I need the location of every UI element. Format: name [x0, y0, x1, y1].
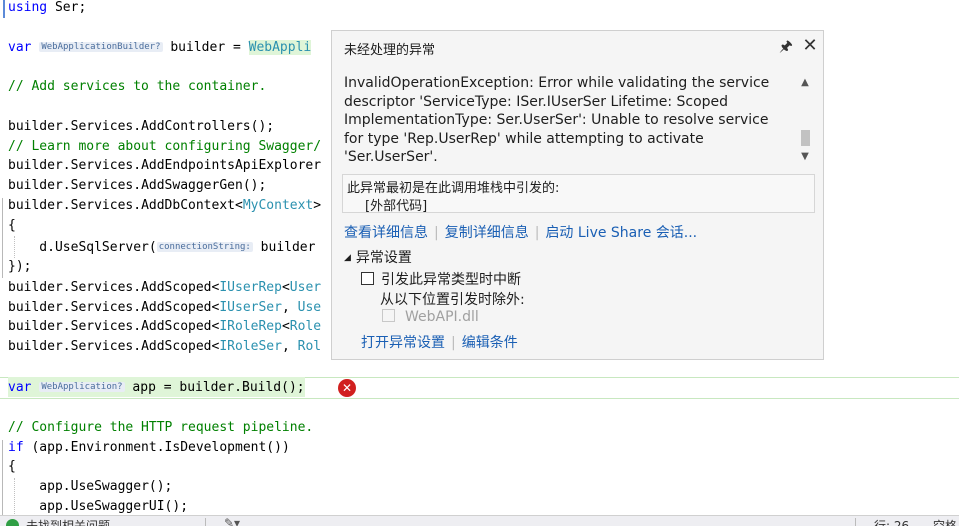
- code-line: if (app.Environment.IsDevelopment()): [8, 440, 290, 455]
- pin-icon[interactable]: 🖈: [776, 36, 796, 56]
- action-links: 查看详细信息 | 复制详细信息 | 启动 Live Share 会话...: [344, 222, 697, 242]
- code-line: builder.Services.AddScoped<IUserRep<User: [8, 280, 322, 295]
- code-line: app.UseSwagger();: [8, 479, 173, 494]
- link-separator: |: [434, 225, 439, 241]
- link-separator: |: [451, 335, 456, 351]
- exception-message: InvalidOperationException: Error while v…: [344, 75, 770, 165]
- code-line-current: var WebApplication? app = builder.Build(…: [8, 377, 305, 397]
- status-bar: 未找到相关问题 ✎▾ 行: 26 空格: [0, 515, 959, 526]
- scroll-down-icon[interactable]: ▼: [799, 152, 811, 162]
- error-icon[interactable]: ✕: [338, 379, 356, 397]
- popup-title: 未经处理的异常: [344, 43, 436, 58]
- view-details-link[interactable]: 查看详细信息: [344, 225, 428, 241]
- inline-type-hint: WebApplicationBuilder?: [39, 42, 163, 52]
- code-line: builder.Services.AddControllers();: [8, 119, 275, 134]
- code-line: builder.Services.AddDbContext<MyContext>: [8, 198, 322, 213]
- open-exception-settings-link[interactable]: 打开异常设置: [361, 335, 445, 351]
- break-on-throw-label: 引发此异常类型时中断: [381, 272, 521, 288]
- inline-param-hint: connectionString:: [156, 242, 253, 252]
- code-line: {: [8, 459, 16, 474]
- code-line: builder.Services.AddScoped<IRoleRep<Role: [8, 319, 322, 334]
- code-line: builder.Services.AddEndpointsApiExplorer: [8, 158, 322, 173]
- code-line: builder.Services.AddScoped<IRoleSer, Rol: [8, 339, 322, 354]
- exception-helper-popup: 未经处理的异常 🖈 ✕ InvalidOperationException: E…: [331, 30, 824, 360]
- code-line: using Ser;: [8, 0, 87, 15]
- inline-type-hint: WebApplication?: [39, 382, 125, 392]
- checkbox-icon: [361, 272, 374, 285]
- scrollbar-thumb[interactable]: [801, 130, 810, 146]
- collapse-triangle-icon: ◢: [344, 253, 351, 263]
- link-separator: |: [534, 225, 540, 241]
- edit-conditions-link[interactable]: 编辑条件: [462, 335, 518, 351]
- exception-settings-label: 异常设置: [355, 250, 412, 266]
- break-on-throw-checkbox[interactable]: 引发此异常类型时中断: [361, 269, 521, 289]
- scroll-up-icon[interactable]: ▲: [799, 78, 811, 88]
- call-stack-box: 此异常最初是在此调用堆栈中引发的: [外部代码]: [342, 174, 815, 214]
- fold-guide: [2, 440, 3, 520]
- dll-label: WebAPI.dll: [405, 309, 479, 325]
- code-line: d.UseSqlServer(connectionString: builder: [8, 240, 316, 255]
- settings-links: 打开异常设置 | 编辑条件: [361, 332, 518, 352]
- except-when-label: 从以下位置引发时除外:: [380, 292, 525, 308]
- code-comment: // Add services to the container.: [8, 79, 267, 94]
- code-line: builder.Services.AddScoped<IUserSer, Use: [8, 300, 322, 315]
- code-line: {: [8, 218, 16, 233]
- fold-guide: [2, 198, 3, 278]
- code-line: var WebApplicationBuilder? builder = Web…: [8, 40, 312, 55]
- copy-details-link[interactable]: 复制详细信息: [445, 225, 529, 241]
- code-line: });: [8, 259, 32, 274]
- checkbox-icon: [382, 309, 395, 322]
- text-caret: [3, 0, 5, 18]
- code-line: builder.Services.AddSwaggerGen();: [8, 178, 267, 193]
- stack-origin-text: 此异常最初是在此调用堆栈中引发的:: [347, 181, 560, 196]
- code-comment: // Configure the HTTP request pipeline.: [8, 420, 314, 435]
- close-icon[interactable]: ✕: [800, 36, 820, 56]
- exception-settings-toggle[interactable]: ◢ 异常设置: [344, 247, 412, 267]
- live-share-link[interactable]: 启动 Live Share 会话...: [545, 225, 697, 241]
- code-line: app.UseSwaggerUI();: [8, 499, 189, 514]
- stack-frame[interactable]: [外部代码]: [365, 195, 427, 214]
- code-comment: // Learn more about configuring Swagger/: [8, 139, 322, 154]
- dll-exclude-checkbox: WebAPI.dll: [382, 309, 479, 325]
